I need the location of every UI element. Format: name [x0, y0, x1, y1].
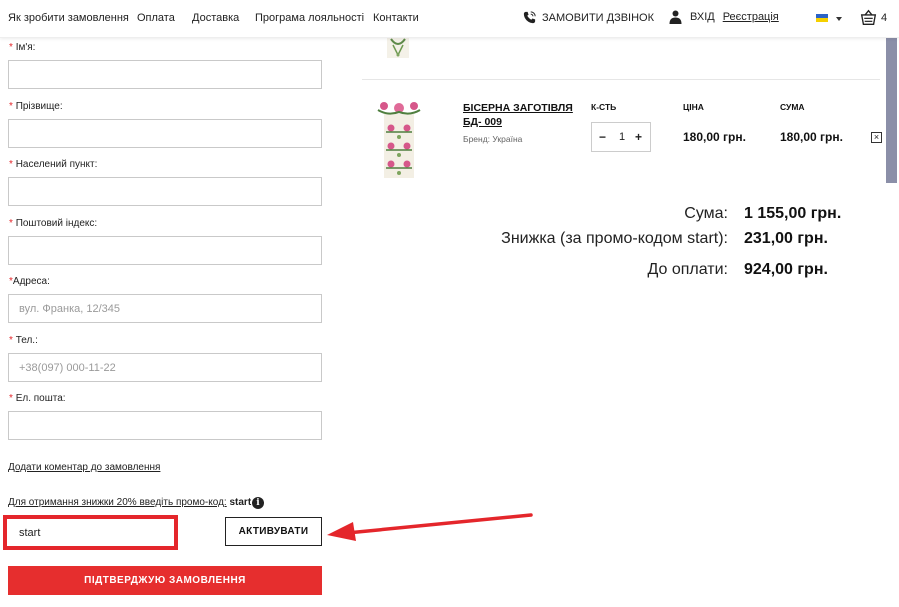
email-label: * Ел. пошта: [9, 393, 66, 404]
confirm-order-button[interactable]: ПІДТВЕРДЖУЮ ЗАМОВЛЕННЯ [8, 566, 322, 595]
nav-loyalty[interactable]: Програма лояльності [255, 12, 364, 24]
qty-decrease-button[interactable]: − [599, 130, 606, 144]
qty-header: К-СТЬ [591, 102, 617, 112]
product-title-link[interactable]: БІСЕРНА ЗАГОТІВЛЯ БД- 009 [463, 101, 583, 129]
total-sum-label: Сума: [684, 205, 728, 222]
qty-value[interactable]: 1 [619, 131, 625, 143]
add-comment-link[interactable]: Додати коментар до замовлення [8, 462, 160, 473]
info-icon[interactable]: i [252, 497, 264, 509]
email-field[interactable] [8, 411, 322, 440]
chevron-down-icon[interactable] [836, 17, 842, 21]
phone-icon [523, 11, 536, 24]
login-area: ВХІД Реєстрація [669, 10, 779, 24]
nav-how-to-order[interactable]: Як зробити замовлення [8, 12, 129, 24]
discount-value: 231,00 грн. [744, 230, 828, 247]
product-thumbnail-top [387, 35, 409, 58]
to-pay-value: 924,00 грн. [744, 261, 828, 278]
top-header: Як зробити замовлення Оплата Доставка Пр… [0, 0, 899, 38]
promo-note: Для отримання знижки 20% введіть промо-к… [8, 497, 251, 508]
address-field[interactable] [8, 294, 322, 323]
item-price: 180,00 грн. [683, 130, 746, 144]
item-sum: 180,00 грн. [780, 130, 843, 144]
cart-button[interactable]: 4 [860, 9, 887, 26]
product-thumbnail[interactable] [376, 100, 422, 180]
cart-scrollbar[interactable] [886, 38, 897, 183]
promo-code-hint: start [229, 497, 252, 508]
activate-promo-button[interactable]: АКТИВУВАТИ [225, 517, 322, 546]
to-pay-label: До оплати: [647, 261, 728, 278]
first-name-label: * Ім'я: [9, 42, 36, 53]
last-name-label: * Прізвище: [9, 101, 63, 112]
phone-field[interactable] [8, 353, 322, 382]
sum-header: СУМА [780, 102, 805, 112]
register-link[interactable]: Реєстрація [723, 11, 779, 23]
phone-label: * Тел.: [9, 335, 38, 346]
nav-contacts[interactable]: Контакти [373, 12, 419, 24]
qty-increase-button[interactable]: + [635, 130, 642, 144]
postal-code-label: * Поштовий індекс: [9, 218, 98, 229]
user-icon [669, 10, 682, 24]
quantity-stepper: − 1 + [591, 122, 651, 152]
nav-delivery[interactable]: Доставка [192, 12, 239, 24]
annotation-arrow-icon [327, 513, 533, 541]
basket-icon [860, 9, 877, 25]
last-name-field[interactable] [8, 119, 322, 148]
city-field[interactable] [8, 177, 322, 206]
nav-payment[interactable]: Оплата [137, 12, 175, 24]
cart-divider [362, 79, 880, 80]
callback-button[interactable]: ЗАМОВИТИ ДЗВІНОК [522, 10, 654, 25]
city-label: * Населений пункт: [9, 159, 98, 170]
remove-item-icon[interactable]: × [871, 132, 882, 143]
postal-code-field[interactable] [8, 236, 322, 265]
callback-label: ЗАМОВИТИ ДЗВІНОК [542, 11, 655, 24]
cart-count: 4 [881, 11, 888, 24]
total-sum-value: 1 155,00 грн. [744, 205, 842, 222]
price-header: ЦІНА [683, 102, 704, 112]
first-name-field[interactable] [8, 60, 322, 89]
ukraine-flag-icon[interactable] [816, 14, 828, 22]
promo-note-text: Для отримання знижки 20% введіть промо-к… [8, 497, 227, 508]
address-label: *Адреса: [9, 276, 50, 287]
login-link[interactable]: ВХІД [690, 11, 715, 23]
discount-label: Знижка (за промо-кодом start): [501, 230, 728, 247]
product-brand: Бренд: Україна [463, 134, 523, 144]
promo-code-input[interactable] [8, 520, 172, 545]
